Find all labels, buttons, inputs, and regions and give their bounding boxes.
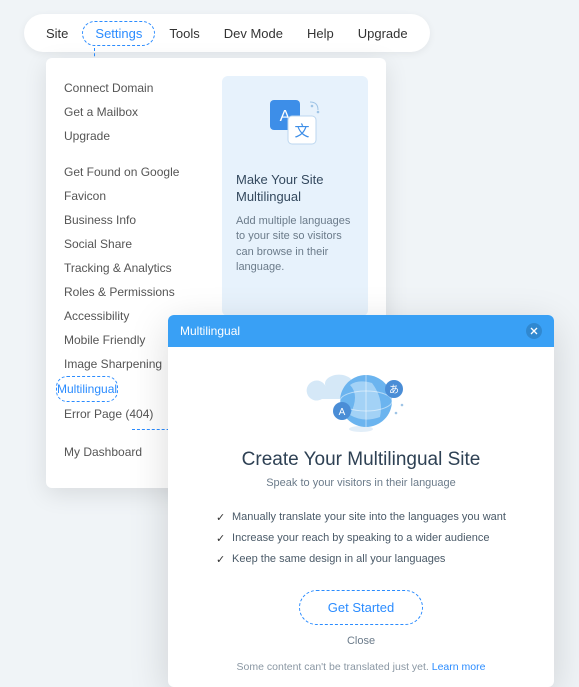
toolbar-upgrade[interactable]: Upgrade bbox=[346, 16, 420, 51]
menu-connect-domain[interactable]: Connect Domain bbox=[64, 76, 214, 100]
check-icon: ✓ bbox=[216, 553, 232, 566]
bullet-text: Keep the same design in all your languag… bbox=[232, 553, 445, 565]
get-started-button[interactable]: Get Started bbox=[299, 590, 423, 625]
toolbar-site[interactable]: Site bbox=[34, 16, 80, 51]
menu-tracking-analytics[interactable]: Tracking & Analytics bbox=[64, 256, 214, 280]
modal-title: Create Your Multilingual Site bbox=[194, 449, 528, 471]
bullet-item: ✓ Manually translate your site into the … bbox=[216, 507, 506, 528]
learn-more-link[interactable]: Learn more bbox=[432, 661, 486, 673]
modal-footnote: Some content can't be translated just ye… bbox=[194, 661, 528, 673]
menu-social-share[interactable]: Social Share bbox=[64, 232, 214, 256]
info-card-desc: Add multiple languages to your site so v… bbox=[236, 214, 354, 276]
menu-upgrade[interactable]: Upgrade bbox=[64, 124, 214, 148]
bullet-text: Manually translate your site into the la… bbox=[232, 511, 506, 523]
globe-icon: A あ bbox=[194, 365, 528, 435]
close-link[interactable]: Close bbox=[194, 635, 528, 647]
toolbar-dev-mode[interactable]: Dev Mode bbox=[212, 16, 295, 51]
close-icon[interactable] bbox=[526, 323, 542, 339]
bullet-item: ✓ Keep the same design in all your langu… bbox=[216, 549, 506, 570]
check-icon: ✓ bbox=[216, 511, 232, 524]
bullet-text: Increase your reach by speaking to a wid… bbox=[232, 532, 489, 544]
multilingual-modal: Multilingual A あ Create Your Multilingua… bbox=[168, 315, 554, 687]
menu-favicon[interactable]: Favicon bbox=[64, 184, 214, 208]
toolbar-tools[interactable]: Tools bbox=[157, 16, 211, 51]
modal-header-title: Multilingual bbox=[180, 324, 240, 338]
modal-subtitle: Speak to your visitors in their language bbox=[194, 477, 528, 489]
menu-multilingual[interactable]: Multilingual bbox=[56, 376, 118, 402]
modal-header: Multilingual bbox=[168, 315, 554, 347]
check-icon: ✓ bbox=[216, 532, 232, 545]
info-card-title: Make Your Site Multilingual bbox=[236, 172, 354, 206]
menu-business-info[interactable]: Business Info bbox=[64, 208, 214, 232]
modal-bullets: ✓ Manually translate your site into the … bbox=[216, 507, 506, 570]
toolbar-settings[interactable]: Settings bbox=[82, 21, 155, 46]
top-toolbar: Site Settings Tools Dev Mode Help Upgrad… bbox=[24, 14, 430, 52]
bullet-item: ✓ Increase your reach by speaking to a w… bbox=[216, 528, 506, 549]
menu-get-found-google[interactable]: Get Found on Google bbox=[64, 160, 214, 184]
svg-text:文: 文 bbox=[294, 123, 309, 140]
svg-text:A: A bbox=[339, 407, 346, 418]
menu-get-mailbox[interactable]: Get a Mailbox bbox=[64, 100, 214, 124]
svg-text:あ: あ bbox=[389, 384, 399, 396]
menu-roles-permissions[interactable]: Roles & Permissions bbox=[64, 280, 214, 304]
toolbar-help[interactable]: Help bbox=[295, 16, 346, 51]
info-card: A 文 Make Your Site Multilingual Add mult… bbox=[222, 76, 368, 316]
translate-icon: A 文 bbox=[236, 94, 354, 154]
